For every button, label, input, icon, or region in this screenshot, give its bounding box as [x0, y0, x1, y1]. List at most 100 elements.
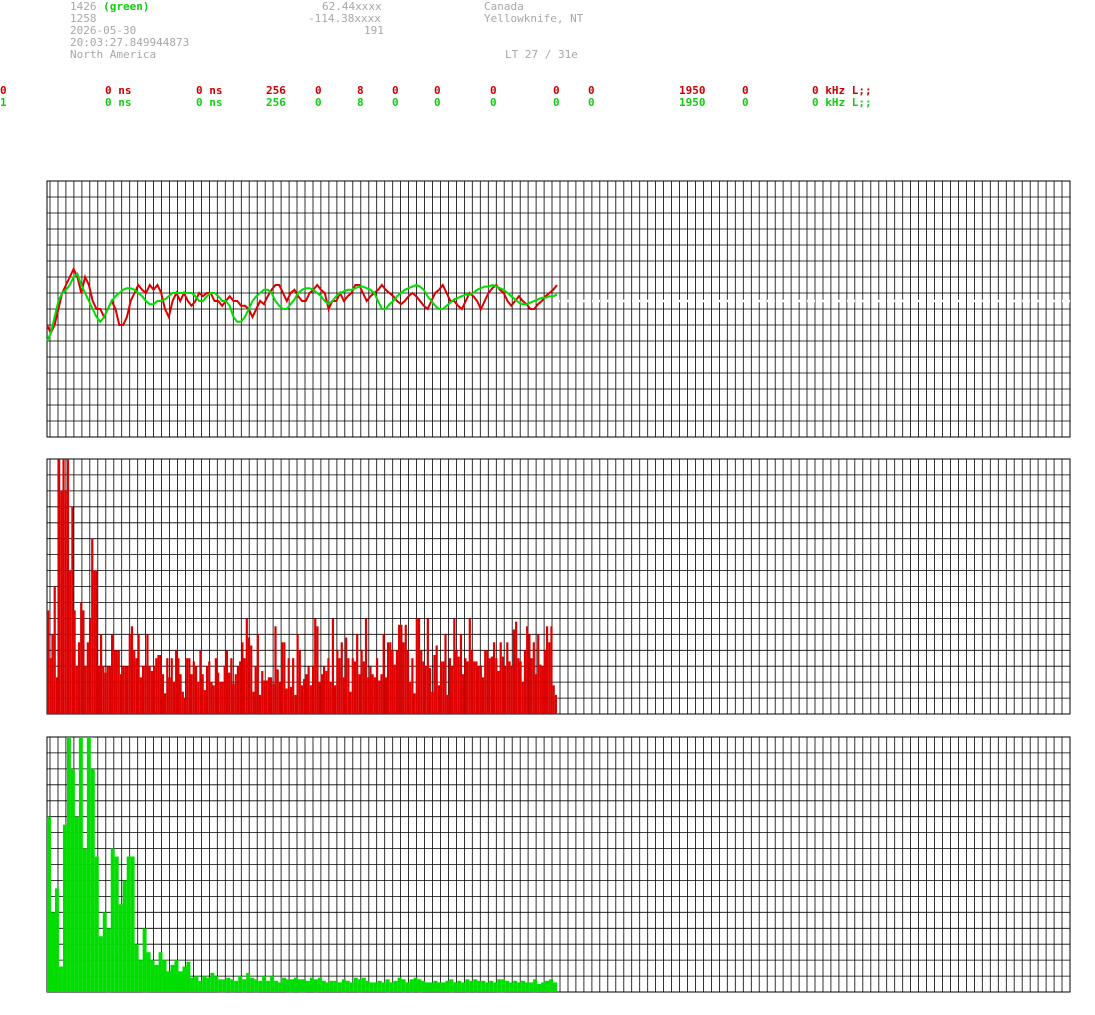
histogram-bar — [58, 966, 63, 992]
histogram-bar — [357, 979, 362, 993]
histogram-bar — [351, 658, 354, 714]
histogram-bar — [453, 982, 458, 992]
histogram-bar — [492, 642, 496, 714]
histogram-bar — [54, 888, 59, 992]
histogram-bar — [285, 688, 288, 714]
histogram-bar — [128, 634, 131, 714]
histogram-bar — [549, 979, 554, 993]
histogram-bar — [400, 624, 403, 715]
histogram-bar — [468, 618, 471, 714]
histogram-bar — [513, 980, 518, 992]
histogram-bar — [122, 880, 127, 992]
histogram-bar — [528, 634, 531, 714]
histogram-bar — [377, 980, 382, 992]
histogram-bar — [144, 666, 147, 714]
histogram-bar — [510, 666, 513, 714]
histogram-bar — [164, 693, 167, 714]
histogram-bar — [267, 677, 270, 714]
histogram-bar — [501, 656, 505, 714]
histogram-bar — [263, 680, 266, 714]
histogram-bar — [269, 677, 273, 714]
histogram-bar — [309, 685, 312, 714]
histogram-bar — [475, 661, 478, 714]
histogram-bar — [429, 982, 434, 992]
histogram-bar — [170, 964, 175, 992]
histogram-bar — [210, 682, 213, 714]
histogram-bar — [150, 960, 155, 992]
histogram-bar — [58, 459, 61, 714]
histogram-bar — [162, 960, 167, 992]
histogram-bar — [506, 642, 509, 714]
histogram-bar — [554, 694, 557, 714]
histogram-bar — [198, 980, 203, 992]
histogram-bar — [417, 618, 421, 714]
histogram-bar — [497, 671, 500, 714]
histogram-bar — [102, 912, 107, 992]
histogram-bar — [84, 666, 87, 714]
histogram-bar — [179, 674, 182, 714]
histogram-bar — [201, 674, 204, 714]
histogram-bar — [117, 650, 120, 715]
histogram-bar — [91, 538, 94, 714]
histogram-bar — [290, 979, 295, 993]
histogram-bar — [405, 982, 410, 992]
histogram-bar — [170, 658, 173, 714]
histogram-bar — [393, 980, 398, 992]
histogram-bar — [245, 618, 248, 714]
histogram-bar — [183, 698, 187, 714]
histogram-bar — [221, 682, 224, 714]
histogram-bar — [241, 642, 244, 714]
histogram-bar — [381, 982, 386, 992]
histogram-bar — [197, 682, 200, 714]
histogram-bar — [439, 661, 443, 714]
histogram-bar — [148, 666, 151, 714]
histogram-bar — [146, 952, 151, 992]
histogram-bar — [477, 980, 482, 992]
histogram-bar — [298, 979, 302, 993]
histogram-bar — [108, 666, 112, 714]
histogram-bar — [126, 856, 131, 992]
histogram-bar — [333, 980, 338, 992]
histogram-bar — [373, 677, 376, 714]
histogram-bar — [415, 618, 418, 714]
histogram-bar — [465, 979, 470, 993]
histogram-bar — [409, 682, 412, 714]
histogram-bar — [66, 459, 70, 714]
histogram-bar — [258, 694, 262, 714]
histogram-bar — [47, 816, 51, 992]
histogram-bar — [481, 677, 485, 714]
histogram-bar — [302, 979, 306, 993]
red-histogram-panel — [46, 458, 1071, 715]
histogram-bar — [490, 656, 493, 714]
histogram-bar — [188, 658, 191, 714]
histogram-bar — [353, 977, 358, 992]
histogram-bar — [272, 683, 275, 714]
histogram-bar — [94, 856, 99, 992]
histogram-bar — [317, 977, 322, 992]
histogram-bar — [64, 490, 67, 714]
histogram-bar — [305, 980, 310, 992]
histogram-bar — [521, 682, 524, 714]
histogram-bar — [532, 642, 535, 714]
histogram-bar — [446, 694, 449, 714]
histogram-bar — [393, 664, 396, 714]
histogram-bar — [69, 570, 72, 714]
histogram-bar — [158, 952, 163, 992]
histogram-bar — [238, 976, 243, 992]
histogram-bar — [60, 490, 63, 714]
histogram-bar — [115, 650, 118, 715]
histogram-bar — [78, 737, 83, 992]
histogram-bar — [349, 982, 354, 992]
histogram-bar — [356, 634, 359, 714]
histogram-bar — [338, 658, 341, 714]
histogram-bar — [135, 658, 138, 714]
histogram-bar — [488, 658, 491, 714]
histogram-bar — [342, 677, 346, 714]
histogram-bar — [318, 682, 321, 714]
histogram-bar — [141, 666, 145, 714]
histogram-bar — [373, 982, 378, 992]
histogram-bar — [175, 650, 178, 715]
histogram-bar — [548, 642, 551, 714]
histogram-bar — [336, 650, 339, 715]
histogram-bar — [278, 982, 283, 992]
